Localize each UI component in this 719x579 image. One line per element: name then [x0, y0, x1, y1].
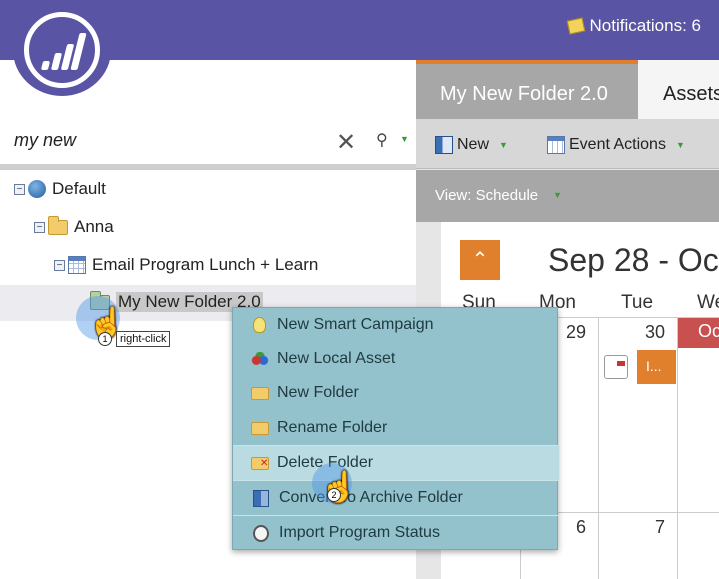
tree-search-input[interactable]: my new [14, 130, 76, 151]
menu-item-label: Rename Folder [277, 419, 388, 436]
day-header-wed: We [697, 292, 719, 313]
menu-item-label: New Folder [277, 384, 359, 401]
menu-item-new-local-asset[interactable]: New Local Asset [233, 342, 559, 376]
menu-item-label: New Local Asset [277, 350, 396, 367]
folder-icon [48, 215, 68, 235]
context-menu: New Smart Campaign New Local Asset New F… [232, 307, 559, 550]
filter-icon[interactable]: ⚲ [376, 130, 388, 150]
menu-item-convert-archive[interactable]: Convert To Archive Folder [233, 481, 559, 515]
logo-icon [24, 12, 100, 88]
collapse-icon[interactable]: − [14, 183, 25, 195]
collapse-icon[interactable]: − [54, 259, 65, 271]
chevron-down-icon[interactable]: ▼ [400, 134, 409, 144]
chevron-down-icon: ▼ [675, 140, 685, 150]
menu-item-label: Import Program Status [279, 524, 440, 541]
book-icon [435, 136, 453, 154]
close-icon[interactable]: ✕ [336, 128, 356, 157]
tree-item-default[interactable]: − Default [14, 174, 106, 204]
right-click-label: right-click [116, 331, 171, 347]
day-header-tue: Tue [621, 292, 654, 313]
menu-item-label: Convert To Archive Folder [279, 489, 463, 506]
tab-my-new-folder[interactable]: My New Folder 2.0 [416, 60, 638, 119]
step-badge: 1 [98, 332, 112, 346]
calendar-icon [68, 256, 86, 274]
date-7: 7 [655, 517, 666, 537]
new-label: New [457, 136, 490, 153]
folder-delete-icon [251, 456, 269, 470]
view-selector[interactable]: View: Schedule [435, 187, 538, 204]
tree-item-anna[interactable]: − Anna [34, 212, 114, 242]
tree-item-label: Default [52, 179, 106, 198]
collapse-icon[interactable]: − [34, 221, 45, 233]
event-actions-label: Event Actions [569, 136, 666, 153]
folder-icon [251, 386, 269, 400]
lightbulb-icon [253, 317, 266, 333]
tree-item-label: Email Program Lunch + Learn [92, 255, 319, 274]
tree-item-email-program[interactable]: − Email Program Lunch + Learn [54, 250, 318, 280]
menu-item-import-program-status[interactable]: Import Program Status [233, 516, 559, 550]
grid-line [598, 317, 599, 579]
event-actions-button[interactable]: Event Actions ▼ [547, 136, 685, 154]
chevron-down-icon[interactable]: ▼ [553, 190, 562, 200]
globe-icon [28, 180, 46, 198]
notifications-button[interactable]: Notifications: 6 [566, 16, 702, 36]
date-29: 29 [566, 322, 587, 342]
notifications-label: Notifications: 6 [589, 16, 702, 35]
menu-item-label: New Smart Campaign [277, 316, 434, 333]
menu-item-new-smart-campaign[interactable]: New Smart Campaign [233, 308, 559, 342]
calendar-event[interactable]: I... [637, 350, 676, 384]
date-6: 6 [576, 517, 587, 537]
folder-edit-icon [251, 421, 269, 435]
grid-line [677, 317, 678, 579]
tab-assets[interactable]: Assets [638, 60, 719, 119]
tree-item-label: Anna [74, 217, 114, 236]
local-asset-icon [251, 352, 269, 366]
archive-icon [253, 489, 269, 507]
date-30: 30 [645, 322, 666, 342]
menu-item-rename-folder[interactable]: Rename Folder [233, 411, 559, 445]
search-divider [0, 164, 416, 170]
chevron-down-icon: ▼ [499, 140, 508, 150]
marketo-logo[interactable] [13, 4, 111, 96]
calendar-icon [547, 136, 565, 154]
menu-item-delete-folder[interactable]: Delete Folder [233, 446, 559, 480]
notification-icon [566, 17, 585, 35]
step-badge: 2 [327, 488, 341, 502]
menu-item-new-folder[interactable]: New Folder [233, 376, 559, 410]
date-oct: Oc [678, 318, 719, 348]
mailbox-icon [604, 355, 628, 379]
previous-week-button[interactable]: ⌃ [460, 240, 500, 280]
new-button[interactable]: New ▼ [435, 136, 508, 154]
calendar-title: Sep 28 - Oc [548, 242, 719, 278]
import-icon [253, 524, 269, 542]
